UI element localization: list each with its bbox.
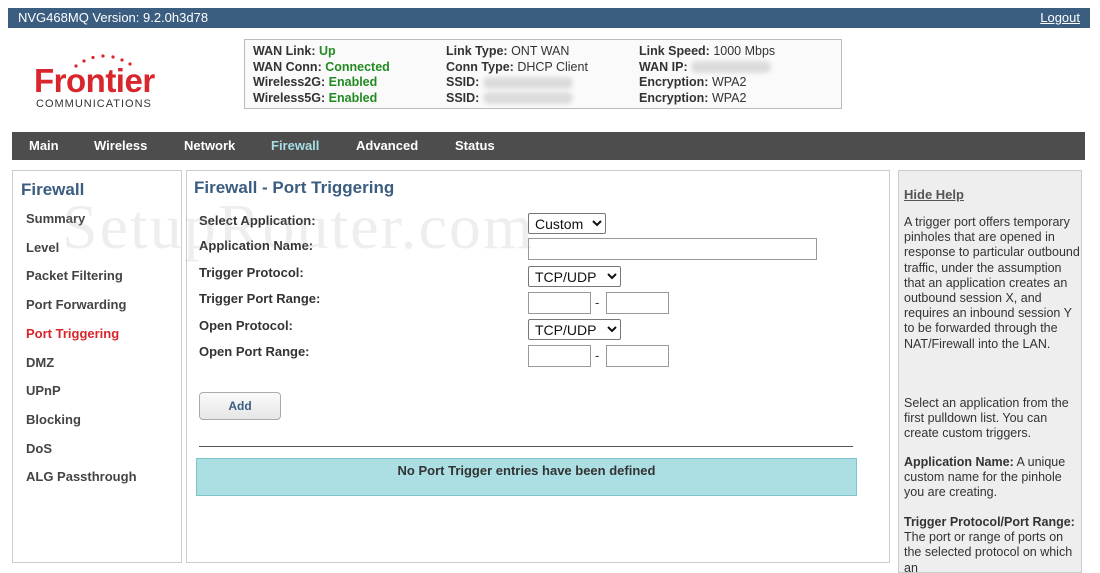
encryption-5g-label: Encryption:	[639, 90, 709, 105]
help-paragraph-1: A trigger port offers temporary pinholes…	[904, 215, 1080, 351]
help-paragraph-4: Trigger Protocol/Port Range: The port or…	[904, 515, 1080, 573]
wan-link-label: WAN Link:	[253, 44, 316, 58]
ssid-2g-redacted	[482, 76, 573, 89]
hide-help-link[interactable]: Hide Help	[904, 187, 964, 202]
help-panel: Hide Help A trigger port offers temporar…	[898, 170, 1082, 573]
link-type-value: ONT WAN	[511, 44, 570, 58]
port-triggering-panel: Firewall - Port Triggering Select Applic…	[186, 170, 890, 563]
wireless2g-value: Enabled	[328, 75, 378, 89]
status-column-2: Link Type: ONT WAN Conn Type: DHCP Clien…	[446, 44, 588, 106]
link-speed-value: 1000 Mbps	[713, 44, 776, 58]
sidebar-item-blocking[interactable]: Blocking	[26, 412, 81, 427]
status-column-1: WAN Link: Up WAN Conn: Connected Wireles…	[253, 44, 390, 106]
wan-conn-label: WAN Conn:	[253, 59, 322, 74]
select-application-dropdown[interactable]: Custom	[528, 213, 606, 234]
open-range-separator: -	[595, 348, 600, 363]
encryption-2g-label: Encryption:	[639, 75, 709, 89]
sidebar-item-dmz[interactable]: DMZ	[26, 355, 54, 370]
help-application-name-term: Application Name:	[904, 455, 1014, 469]
wan-ip-redacted	[691, 61, 772, 74]
logout-link[interactable]: Logout	[1040, 10, 1080, 25]
wireless5g-label: Wireless5G:	[253, 90, 326, 105]
main-nav: Main Wireless Network Firewall Advanced …	[12, 132, 1085, 160]
sidebar-item-dos[interactable]: DoS	[26, 441, 52, 456]
firmware-version: NVG468MQ Version: 9.2.0h3d78	[18, 10, 209, 25]
help-trigger-protocol-desc: The port or range of ports on the select…	[904, 530, 1073, 573]
trigger-port-end-input[interactable]	[606, 292, 669, 314]
select-application-label: Select Application:	[199, 213, 316, 228]
conn-type-value: DHCP Client	[517, 59, 588, 74]
nav-firewall[interactable]: Firewall	[271, 138, 319, 153]
firewall-sidebar: Firewall Summary Level Packet Filtering …	[12, 170, 182, 563]
nav-advanced[interactable]: Advanced	[356, 138, 418, 153]
frontier-logo: Frontier COMMUNICATIONS	[28, 52, 178, 114]
encryption-5g-value: WPA2	[711, 90, 747, 105]
wireless2g-label: Wireless2G:	[253, 75, 326, 89]
divider	[199, 446, 853, 447]
link-speed-label: Link Speed:	[639, 44, 710, 58]
add-button[interactable]: Add	[199, 392, 281, 420]
page-title: Firewall - Port Triggering	[194, 178, 395, 197]
nav-main[interactable]: Main	[29, 138, 59, 153]
ssid-5g-label: SSID:	[446, 90, 480, 105]
status-summary: WAN Link: Up WAN Conn: Connected Wireles…	[244, 39, 842, 109]
nav-network[interactable]: Network	[184, 138, 235, 153]
sidebar-item-packet-filtering[interactable]: Packet Filtering	[26, 268, 123, 283]
wan-conn-value: Connected	[325, 59, 390, 74]
nav-wireless[interactable]: Wireless	[94, 138, 147, 153]
ssid-5g-redacted	[482, 92, 573, 105]
ssid-2g-label: SSID:	[446, 75, 480, 89]
wan-ip-label: WAN IP:	[639, 59, 688, 74]
open-port-end-input[interactable]	[606, 345, 669, 367]
sidebar-item-alg-passthrough[interactable]: ALG Passthrough	[26, 469, 137, 484]
sidebar-item-summary[interactable]: Summary	[26, 211, 85, 226]
sidebar-title: Firewall	[21, 180, 85, 199]
trigger-protocol-label: Trigger Protocol:	[199, 265, 304, 280]
trigger-range-separator: -	[595, 295, 600, 310]
top-bar: NVG468MQ Version: 9.2.0h3d78 Logout	[8, 8, 1090, 28]
open-protocol-label: Open Protocol:	[199, 318, 293, 333]
status-column-3: Link Speed: 1000 Mbps WAN IP: Encryption…	[639, 44, 775, 106]
conn-type-label: Conn Type:	[446, 59, 514, 74]
logo-brand: Frontier	[34, 62, 155, 99]
wireless5g-value: Enabled	[328, 90, 378, 105]
open-port-start-input[interactable]	[528, 345, 591, 367]
application-name-label: Application Name:	[199, 238, 314, 253]
nav-status[interactable]: Status	[455, 138, 495, 153]
trigger-protocol-dropdown[interactable]: TCP/UDP	[528, 266, 621, 287]
link-type-label: Link Type:	[446, 44, 508, 58]
help-trigger-protocol-term: Trigger Protocol/Port Range:	[904, 515, 1075, 529]
wan-link-value: Up	[318, 44, 336, 58]
trigger-port-range-label: Trigger Port Range:	[199, 291, 321, 306]
help-paragraph-2: Select an application from the first pul…	[904, 396, 1069, 441]
sidebar-item-upnp[interactable]: UPnP	[26, 383, 61, 398]
no-entries-notice: No Port Trigger entries have been define…	[196, 458, 857, 496]
sidebar-item-port-triggering[interactable]: Port Triggering	[26, 326, 119, 341]
open-port-range-label: Open Port Range:	[199, 344, 310, 359]
sidebar-item-port-forwarding[interactable]: Port Forwarding	[26, 297, 126, 312]
trigger-port-start-input[interactable]	[528, 292, 591, 314]
help-paragraph-3: Application Name: A unique custom name f…	[904, 455, 1080, 501]
encryption-2g-value: WPA2	[711, 75, 747, 89]
logo-subtitle: COMMUNICATIONS	[36, 98, 152, 110]
open-protocol-dropdown[interactable]: TCP/UDP	[528, 319, 621, 340]
sidebar-item-level[interactable]: Level	[26, 240, 59, 255]
application-name-input[interactable]	[528, 238, 817, 260]
